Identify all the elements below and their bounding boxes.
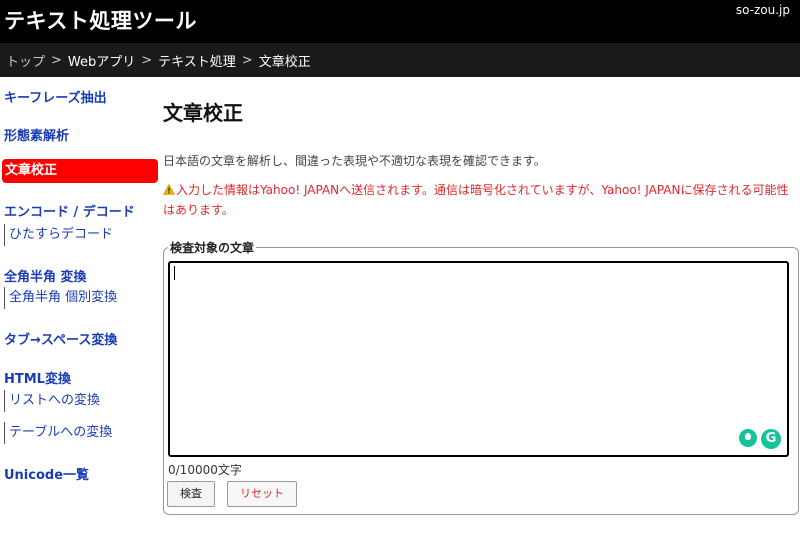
page-description: 日本語の文章を解析し、間違った表現や不適切な表現を確認できます。 [163, 154, 546, 168]
writing-assistant: G [739, 429, 781, 449]
page-title: 文章校正 [163, 101, 243, 125]
grammarly-icon[interactable]: G [761, 429, 781, 449]
warning-message: 入力した情報はYahoo! JAPANへ送信されます。通信は暗号化されていますが… [163, 180, 799, 220]
breadcrumb-webapp[interactable]: Webアプリ [68, 51, 135, 70]
sidebar-item-html[interactable]: HTML変換 [4, 368, 71, 387]
sidebar-item-morphological[interactable]: 形態素解析 [4, 125, 69, 144]
character-counter: 0/10000文字 [168, 463, 242, 477]
text-input-area[interactable]: G [168, 261, 789, 457]
breadcrumb-separator: > [51, 52, 62, 68]
site-title[interactable]: テキスト処理ツール [4, 5, 197, 35]
sidebar-subitem-zenhan-individual[interactable]: 全角半角 個別変換 [4, 287, 117, 309]
site-domain: so-zou.jp [735, 3, 790, 17]
fieldset-legend: 検査対象の文章 [168, 239, 257, 256]
input-fieldset: 検査対象の文章 G 0/10000文字 検査 リセット [163, 239, 799, 515]
reset-button[interactable]: リセット [227, 481, 297, 507]
sidebar-subitem-list[interactable]: リストへの変換 [4, 390, 100, 412]
site-header: テキスト処理ツール so-zou.jp [0, 0, 800, 43]
breadcrumb-current: 文章校正 [258, 54, 311, 70]
sidebar-item-keyphrase[interactable]: キーフレーズ抽出 [4, 87, 107, 106]
lightbulb-icon[interactable] [739, 429, 757, 447]
sidebar-item-zenhan[interactable]: 全角半角 変換 [4, 266, 87, 285]
sidebar-item-unicode[interactable]: Unicode一覧 [4, 464, 89, 483]
sidebar-subitem-decode[interactable]: ひたすらデコード [4, 224, 113, 246]
sidebar-item-proofread[interactable]: 文章校正 [2, 159, 158, 183]
breadcrumb-separator: > [241, 52, 253, 68]
sidebar-item-tab-space[interactable]: タブ→スペース変換 [4, 329, 117, 348]
warning-triangle-icon [163, 184, 175, 195]
breadcrumb-separator: > [141, 52, 153, 68]
breadcrumb: トップ > Webアプリ > テキスト処理 > 文章校正 [0, 43, 800, 77]
text-caret [174, 266, 175, 280]
breadcrumb-top[interactable]: トップ [6, 51, 45, 70]
warning-text: 入力した情報はYahoo! JAPANへ送信されます。通信は暗号化されていますが… [163, 183, 789, 217]
check-button[interactable]: 検査 [167, 481, 215, 507]
breadcrumb-text-processing[interactable]: テキスト処理 [158, 51, 236, 70]
sidebar-subitem-table[interactable]: テーブルへの変換 [4, 422, 112, 444]
sidebar-item-encode-decode[interactable]: エンコード / デコード [4, 201, 135, 220]
